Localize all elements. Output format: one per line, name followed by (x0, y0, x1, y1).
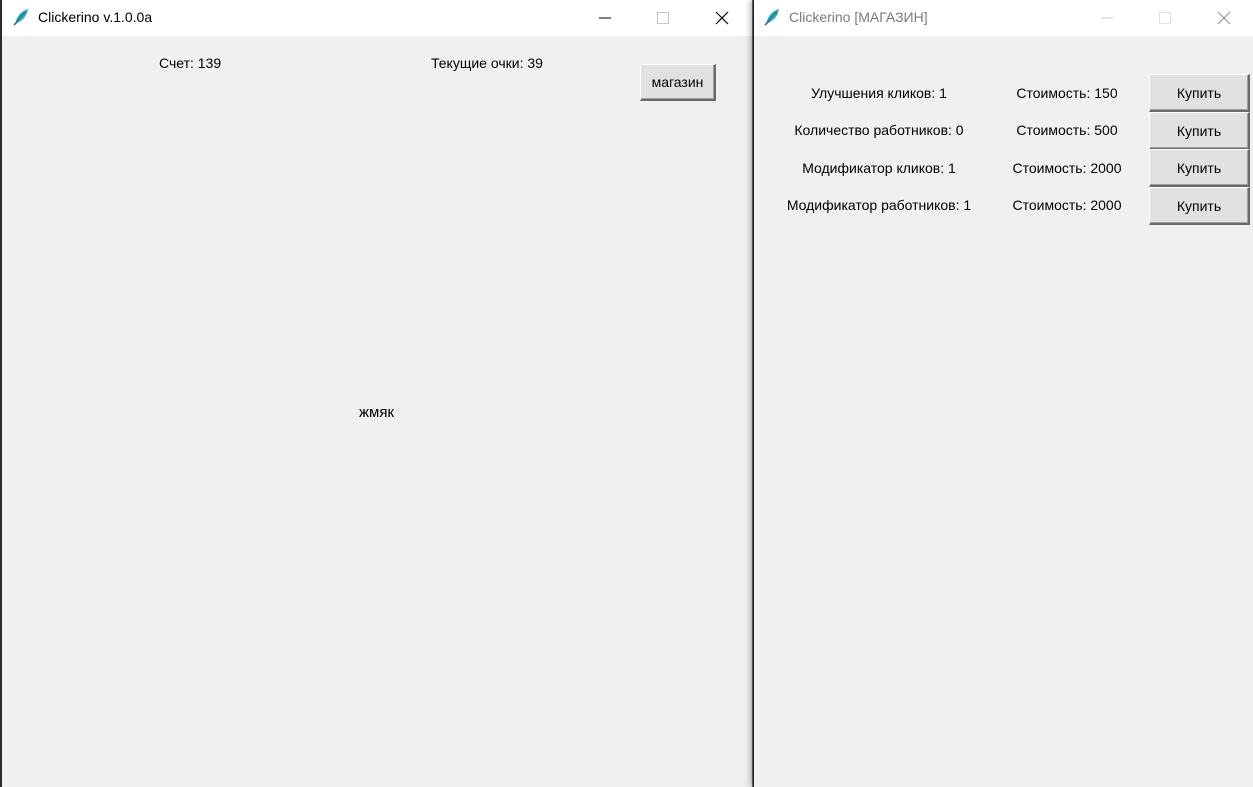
main-titlebar[interactable]: Clickerino v.1.0.0a (2, 0, 752, 36)
minimize-button[interactable] (1078, 0, 1136, 36)
click-target-button[interactable]: жмяк (359, 404, 394, 421)
minimize-icon (599, 17, 611, 19)
close-button[interactable] (1195, 0, 1253, 36)
maximize-button[interactable] (634, 0, 692, 36)
feather-icon (763, 7, 783, 27)
maximize-icon (657, 12, 669, 24)
feather-icon (12, 7, 32, 27)
item-cost-label: Стоимость: 2000 (1012, 160, 1122, 176)
buy-button[interactable]: Купить (1149, 74, 1250, 112)
score-label: Счет: 139 (159, 55, 222, 71)
close-icon (715, 11, 729, 25)
item-name-label: Модификатор кликов: 1 (802, 160, 956, 176)
current-points-label: Текущие очки: 39 (431, 55, 543, 71)
shop-button[interactable]: магазин (640, 64, 716, 101)
maximize-button[interactable] (1136, 0, 1194, 36)
item-cost-label: Стоимость: 150 (1016, 85, 1118, 101)
window-title: Clickerino v.1.0.0a (38, 9, 153, 25)
close-icon (1217, 11, 1231, 25)
item-cost-label: Стоимость: 500 (1016, 122, 1118, 138)
minimize-icon (1101, 17, 1113, 19)
buy-button[interactable]: Купить (1149, 112, 1250, 150)
main-window: Clickerino v.1.0.0a Счет: 139 Текущие оч… (2, 0, 753, 787)
buy-button[interactable]: Купить (1149, 149, 1250, 187)
item-cost-label: Стоимость: 2000 (1012, 197, 1122, 213)
shop-titlebar[interactable]: Clickerino [МАГАЗИН] (754, 0, 1253, 36)
buy-button[interactable]: Купить (1149, 187, 1250, 225)
shop-window: Clickerino [МАГАЗИН] Улучшения кликов: 1… (754, 0, 1253, 787)
maximize-icon (1159, 12, 1171, 24)
item-name-label: Модификатор работников: 1 (786, 197, 972, 213)
item-name-label: Количество работников: 0 (794, 122, 964, 138)
minimize-button[interactable] (576, 0, 634, 36)
item-name-label: Улучшения кликов: 1 (811, 85, 947, 101)
window-title: Clickerino [МАГАЗИН] (789, 9, 928, 25)
close-button[interactable] (693, 0, 751, 36)
